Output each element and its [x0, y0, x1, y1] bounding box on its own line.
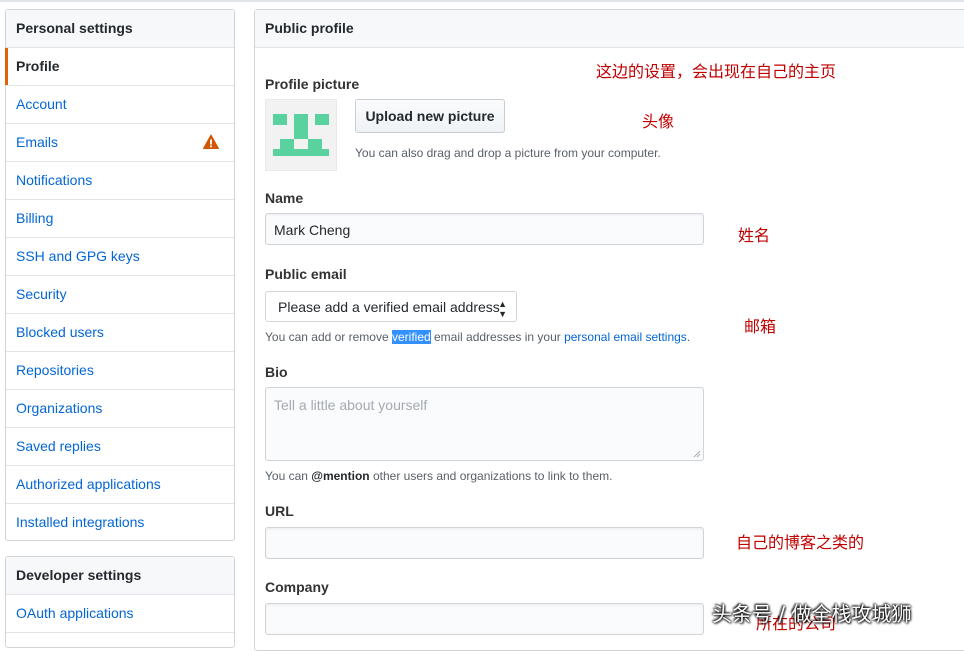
email-settings-link[interactable]: personal email settings [564, 330, 687, 344]
url-input[interactable] [265, 527, 704, 559]
annotation-avatar: 头像 [642, 112, 675, 131]
sidebar-item-blocked-users[interactable]: Blocked users [6, 314, 234, 352]
sidebar-item-oauth-applications[interactable]: OAuth applications [6, 595, 234, 633]
sidebar-item-repositories[interactable]: Repositories [6, 352, 234, 390]
avatar [265, 99, 337, 171]
sidebar-item-organizations[interactable]: Organizations [6, 390, 234, 428]
bio-note: You can @mention other users and organiz… [265, 469, 612, 483]
sidebar-item-account[interactable]: Account [6, 86, 234, 124]
name-label: Name [265, 190, 304, 206]
warning-icon [203, 134, 219, 149]
email-note-end: . [686, 330, 691, 344]
sidebar-item-saved-replies[interactable]: Saved replies [6, 428, 234, 466]
developer-settings-menu: Developer settings OAuth applications [5, 556, 235, 648]
watermark: 头条号 / 做全栈攻城狮 [712, 602, 912, 626]
email-note: You can add or remove verified email add… [265, 330, 690, 344]
developer-settings-title: Developer settings [6, 557, 234, 595]
public-email-select[interactable]: Please add a verified email address ▲ ▼ [265, 291, 517, 322]
email-note-highlight: verified [391, 330, 431, 344]
email-note-text: You can add or remove [265, 330, 392, 344]
select-arrows-icon: ▲ ▼ [498, 299, 507, 319]
bio-label: Bio [265, 364, 288, 380]
annotation-name: 姓名 [738, 226, 771, 245]
company-input[interactable] [265, 603, 704, 635]
bio-note-mention: @mention [311, 469, 370, 483]
top-border [0, 0, 964, 2]
company-label: Company [265, 579, 329, 595]
public-email-label: Public email [265, 266, 347, 282]
picture-note: You can also drag and drop a picture fro… [355, 146, 661, 160]
bio-note-text: You can [265, 469, 312, 483]
personal-settings-title: Personal settings [6, 10, 234, 48]
sidebar-item-emails-label: Emails [16, 134, 59, 150]
panel-title: Public profile [255, 10, 964, 48]
email-note-text-2: email addresses in your [430, 330, 565, 344]
sidebar-item-ssh-gpg-keys[interactable]: SSH and GPG keys [6, 238, 234, 276]
profile-picture-label: Profile picture [265, 76, 360, 92]
resize-grip-icon[interactable] [693, 450, 701, 458]
name-input[interactable]: Mark Cheng [265, 213, 704, 245]
bio-note-text-2: other users and organizations to link to… [369, 469, 613, 483]
bio-textarea[interactable]: Tell a little about yourself [265, 387, 704, 461]
bio-placeholder: Tell a little about yourself [274, 397, 428, 413]
sidebar-item-authorized-applications[interactable]: Authorized applications [6, 466, 234, 504]
sidebar-item-notifications[interactable]: Notifications [6, 162, 234, 200]
sidebar-item-security[interactable]: Security [6, 276, 234, 314]
public-email-selected: Please add a verified email address [278, 299, 500, 315]
annotation-top: 这边的设置，会出现在自己的主页 [596, 62, 837, 81]
personal-settings-menu: Personal settings Profile Account Emails… [5, 9, 235, 541]
annotation-url: 自己的博客之类的 [736, 533, 865, 552]
annotation-email: 邮箱 [744, 317, 777, 336]
identicon-image [273, 114, 329, 156]
sidebar-item-emails[interactable]: Emails [6, 124, 234, 162]
sidebar-item-installed-integrations[interactable]: Installed integrations [6, 504, 234, 541]
sidebar-item-profile[interactable]: Profile [5, 48, 234, 86]
sidebar-item-billing[interactable]: Billing [6, 200, 234, 238]
upload-picture-button[interactable]: Upload new picture [355, 99, 505, 133]
url-label: URL [265, 503, 294, 519]
